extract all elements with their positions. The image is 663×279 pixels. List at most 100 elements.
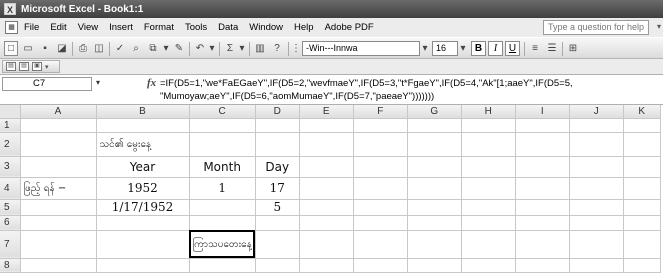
cell[interactable] (515, 258, 570, 273)
cell[interactable] (20, 230, 97, 259)
cell[interactable] (515, 156, 570, 178)
cell[interactable] (353, 132, 408, 157)
merge-center-icon[interactable]: ⊞ (566, 41, 580, 56)
column-header[interactable]: B (96, 105, 190, 119)
cell[interactable] (569, 156, 624, 178)
cell-d4[interactable]: 17 (255, 177, 300, 200)
menu-edit[interactable]: Edit (50, 22, 66, 33)
column-header[interactable]: D (255, 105, 300, 119)
row-header[interactable]: 1 (0, 118, 21, 133)
formula-input[interactable]: =IF(D5=1,"we*FaEGaeY",IF(D5=2,"wevfmaeY"… (160, 77, 663, 105)
name-box[interactable]: C7 (2, 77, 92, 91)
row-header[interactable]: 5 (0, 199, 21, 216)
menu-window[interactable]: Window (249, 22, 283, 33)
cell[interactable] (407, 258, 462, 273)
cell-b5[interactable]: 1/17/1952 (96, 199, 190, 216)
cell[interactable] (407, 156, 462, 178)
row-header[interactable]: 4 (0, 177, 21, 200)
undo-icon[interactable]: ↶ (193, 41, 207, 56)
chevron-down-icon[interactable]: ▾ (45, 63, 49, 71)
review-icon[interactable]: ▣ (32, 62, 42, 71)
review-icon[interactable]: ▤ (6, 62, 16, 71)
cell[interactable] (96, 258, 190, 273)
cell[interactable] (20, 132, 97, 157)
cell[interactable] (623, 215, 661, 231)
cell[interactable] (461, 132, 516, 157)
menu-adobe-pdf[interactable]: Adobe PDF (325, 22, 374, 33)
workbook-icon[interactable]: ▦ (5, 21, 18, 34)
column-header[interactable]: J (569, 105, 624, 119)
save-icon[interactable]: ▪ (38, 41, 52, 56)
new-document-icon[interactable]: □ (4, 41, 18, 56)
align-left-icon[interactable]: ≡ (528, 41, 542, 56)
cell[interactable] (255, 118, 300, 133)
cell[interactable] (299, 258, 354, 273)
chevron-down-icon[interactable]: ▾ (208, 41, 216, 56)
font-name-select[interactable]: -Win---Innwa (302, 41, 420, 56)
cell[interactable] (515, 177, 570, 200)
cell[interactable] (569, 230, 624, 259)
menu-help[interactable]: Help (294, 22, 314, 33)
chevron-down-icon[interactable]: ▾ (459, 41, 467, 56)
cell[interactable] (623, 258, 661, 273)
chevron-down-icon[interactable]: ▾ (238, 41, 246, 56)
cell[interactable] (255, 132, 300, 157)
cell[interactable] (96, 215, 190, 231)
cell[interactable] (299, 199, 354, 216)
column-header[interactable]: A (20, 105, 97, 119)
cell[interactable] (623, 132, 661, 157)
row-header[interactable]: 6 (0, 215, 21, 231)
cell-c7-selected[interactable]: ကြာသပတေးနေ့ (189, 230, 256, 259)
cell-b2[interactable]: သင်၏ မွေးနေ့ (96, 132, 190, 157)
cell[interactable] (623, 118, 661, 133)
menu-format[interactable]: Format (144, 22, 174, 33)
cell[interactable] (20, 118, 97, 133)
copy-icon[interactable]: ⧉ (146, 41, 160, 56)
chevron-down-icon[interactable]: ▾ (657, 22, 661, 31)
cell-c4[interactable]: 1 (189, 177, 256, 200)
cell[interactable] (353, 118, 408, 133)
cell[interactable] (407, 177, 462, 200)
cell[interactable] (461, 230, 516, 259)
underline-button[interactable]: U (505, 41, 520, 56)
cell[interactable] (407, 215, 462, 231)
cell-d3[interactable]: Day (255, 156, 300, 178)
cell[interactable] (353, 199, 408, 216)
cell[interactable] (569, 132, 624, 157)
cell[interactable] (299, 177, 354, 200)
row-header[interactable]: 7 (0, 230, 21, 259)
cell[interactable] (623, 230, 661, 259)
cell-b3[interactable]: Year (96, 156, 190, 178)
menu-view[interactable]: View (78, 22, 98, 33)
format-painter-icon[interactable]: ✎ (172, 41, 186, 56)
permission-icon[interactable]: ◪ (55, 41, 69, 56)
cell[interactable] (569, 258, 624, 273)
chart-wizard-icon[interactable]: ▥ (253, 41, 267, 56)
menu-data[interactable]: Data (218, 22, 238, 33)
review-icon[interactable]: ▤ (19, 62, 29, 71)
cell[interactable] (255, 258, 300, 273)
cell[interactable] (189, 199, 256, 216)
cell[interactable] (20, 215, 97, 231)
cell[interactable] (461, 215, 516, 231)
cell[interactable] (515, 215, 570, 231)
cell[interactable] (461, 258, 516, 273)
open-folder-icon[interactable]: ▭ (21, 41, 35, 56)
row-header[interactable]: 8 (0, 258, 21, 273)
cell[interactable] (96, 118, 190, 133)
cell[interactable] (515, 132, 570, 157)
cell[interactable] (299, 215, 354, 231)
chevron-down-icon[interactable]: ▾ (421, 41, 429, 56)
chevron-down-icon[interactable]: ▾ (96, 78, 100, 87)
excel-app-icon[interactable]: X (4, 3, 16, 15)
cell[interactable] (20, 199, 97, 216)
insert-function-icon[interactable]: fx (147, 77, 156, 89)
cell[interactable] (569, 118, 624, 133)
row-header[interactable]: 3 (0, 156, 21, 178)
menu-tools[interactable]: Tools (185, 22, 207, 33)
cell[interactable] (255, 230, 300, 259)
cell[interactable] (407, 230, 462, 259)
row-header[interactable]: 2 (0, 132, 21, 157)
autosum-icon[interactable]: Σ (223, 41, 237, 56)
cell[interactable] (569, 177, 624, 200)
